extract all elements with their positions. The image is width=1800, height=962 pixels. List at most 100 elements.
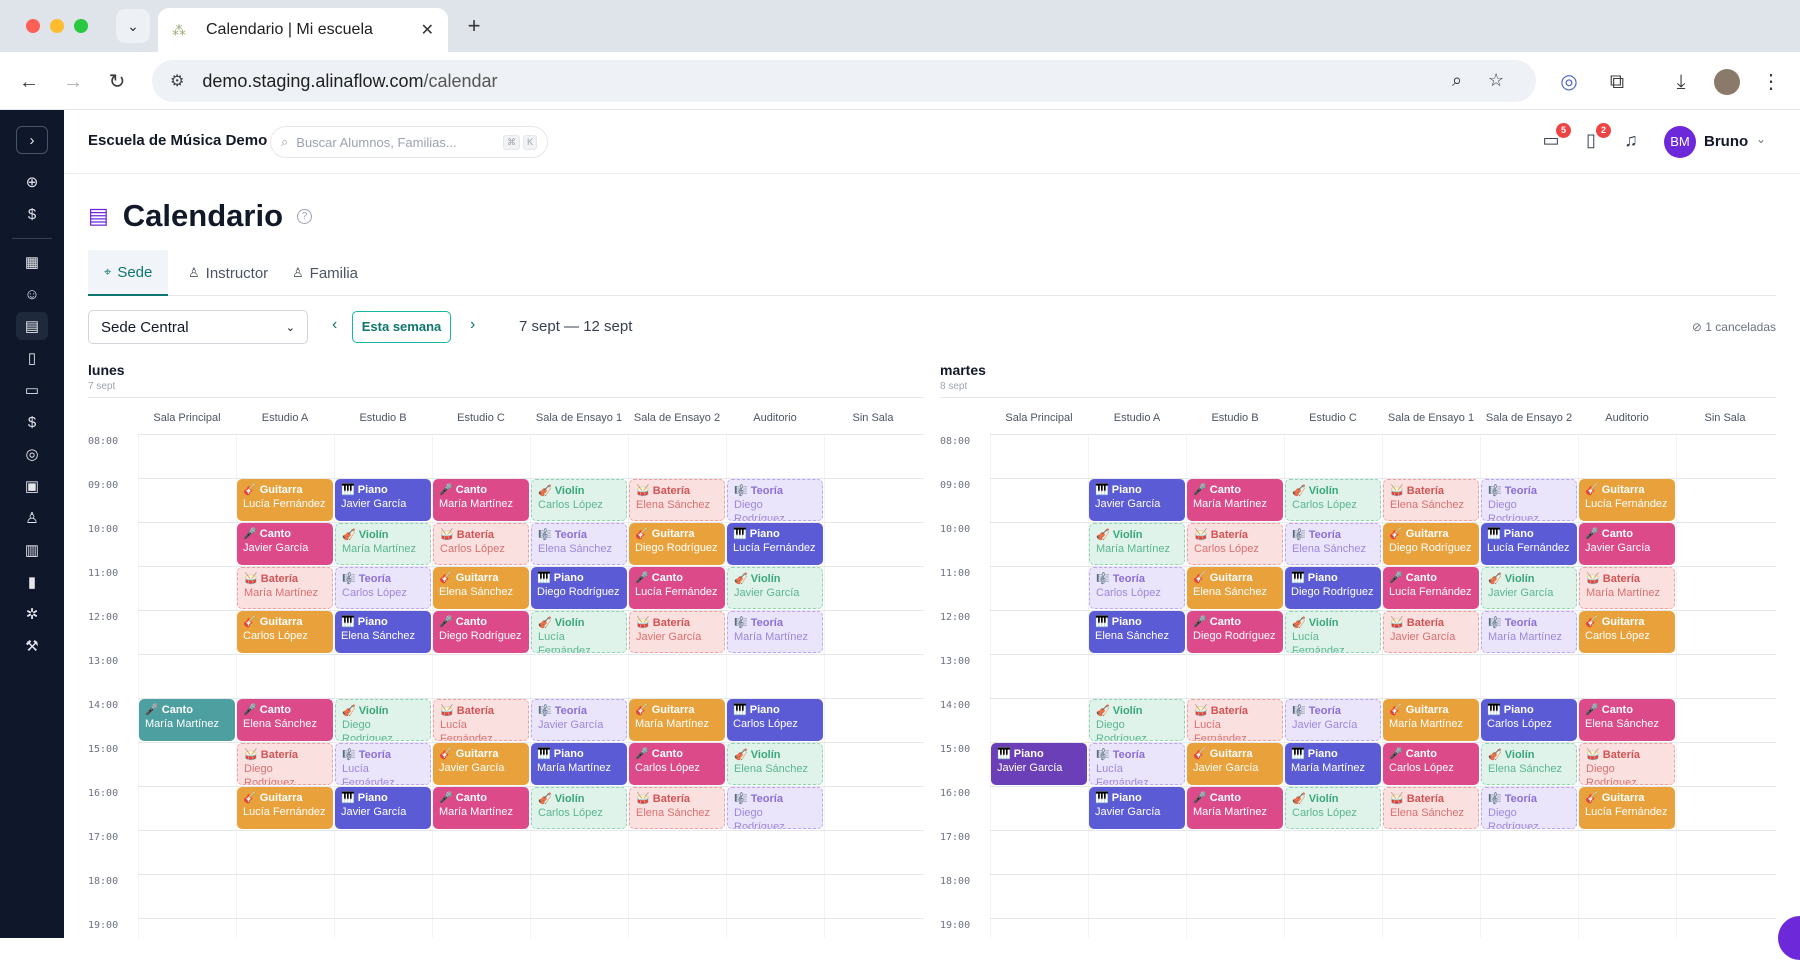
tools-icon[interactable]: ⚒ bbox=[16, 632, 48, 660]
class-event[interactable]: 🥁 Batería Lucía Fernández bbox=[433, 699, 529, 741]
class-event[interactable]: 🎹 Piano Javier García bbox=[1089, 787, 1185, 829]
reload-button[interactable]: ↻ bbox=[104, 69, 130, 95]
tasks-button[interactable]: ▯ 2 bbox=[1578, 123, 1611, 156]
class-event[interactable]: 🎻 Violín Lucía Fernández bbox=[531, 611, 627, 653]
class-event[interactable]: 🥁 Batería Diego Rodríguez bbox=[237, 743, 333, 785]
class-event[interactable]: 🎻 Violín Lucía Fernández bbox=[1285, 611, 1381, 653]
user-settings-icon[interactable]: ♙ bbox=[16, 504, 48, 532]
class-event[interactable]: 🎤 Canto Elena Sánchez bbox=[1579, 699, 1675, 741]
close-tab-button[interactable]: ✕ bbox=[421, 20, 434, 40]
settings-icon[interactable]: ✲ bbox=[16, 600, 48, 628]
calendar-icon[interactable]: ▤ bbox=[16, 312, 48, 340]
class-event[interactable]: 🥁 Batería Elena Sánchez bbox=[1383, 479, 1479, 521]
class-event[interactable]: 🎻 Violín Elena Sánchez bbox=[727, 743, 823, 785]
class-event[interactable]: 🎻 Violín Elena Sánchez bbox=[1481, 743, 1577, 785]
class-event[interactable]: 🎹 Piano Diego Rodríguez bbox=[1285, 567, 1381, 609]
minimize-window-button[interactable] bbox=[50, 19, 64, 33]
class-event[interactable]: 🎸 Guitarra Javier García bbox=[433, 743, 529, 785]
class-event[interactable]: 🎸 Guitarra Javier García bbox=[1187, 743, 1283, 785]
class-event[interactable]: 🎼 Teoría Carlos López bbox=[335, 567, 431, 609]
browser-tab[interactable]: ⁂ Calendario | Mi escuela ✕ bbox=[158, 8, 448, 52]
class-event[interactable]: 🎼 Teoría Lucía Fernández bbox=[1089, 743, 1185, 785]
cancelled-toggle[interactable]: ⊘ 1 canceladas bbox=[1692, 320, 1776, 334]
notifications-button[interactable]: ♫ bbox=[1618, 130, 1644, 156]
class-event[interactable]: 🎼 Teoría Diego Rodríguez bbox=[1481, 787, 1577, 829]
class-event[interactable]: 🎸 Guitarra Lucía Fernández bbox=[1579, 787, 1675, 829]
class-event[interactable]: 🎤 Canto María Martínez bbox=[139, 699, 235, 741]
location-select[interactable]: Sede Central ⌄ bbox=[88, 310, 308, 344]
class-event[interactable]: 🎤 Canto Carlos López bbox=[629, 743, 725, 785]
floating-action-button[interactable] bbox=[1778, 916, 1800, 960]
payments-icon[interactable]: $ bbox=[16, 200, 48, 228]
messages-button[interactable]: ▭ 5 bbox=[1538, 123, 1571, 156]
extensions-icon[interactable]: ⧉ bbox=[1604, 69, 1630, 95]
class-event[interactable]: 🎼 Teoría Lucía Fernández bbox=[335, 743, 431, 785]
back-button[interactable]: ← bbox=[16, 69, 42, 95]
class-event[interactable]: 🎼 Teoría María Martínez bbox=[1481, 611, 1577, 653]
class-event[interactable]: 🎹 Piano Javier García bbox=[991, 743, 1087, 785]
class-event[interactable]: 🥁 Batería Lucía Fernández bbox=[1187, 699, 1283, 741]
chevron-down-icon[interactable]: ⌄ bbox=[1756, 132, 1766, 146]
tab-sede[interactable]: ⌖ Sede bbox=[88, 250, 169, 296]
global-search-input[interactable]: ⌕ Buscar Alumnos, Familias... ⌘ K bbox=[270, 126, 548, 158]
forward-button[interactable]: → bbox=[60, 69, 86, 95]
class-event[interactable]: 🎸 Guitarra Diego Rodríguez bbox=[1383, 523, 1479, 565]
tab-familia[interactable]: ♙ Familia bbox=[276, 250, 374, 296]
class-event[interactable]: 🎼 Teoría Diego Rodríguez bbox=[727, 787, 823, 829]
tab-search-button[interactable]: ⌄ bbox=[116, 9, 150, 43]
class-event[interactable]: 🎻 Violín Carlos López bbox=[1285, 479, 1381, 521]
class-event[interactable]: 🎤 Canto Diego Rodríguez bbox=[433, 611, 529, 653]
ticket-icon[interactable]: ▣ bbox=[16, 472, 48, 500]
previous-week-button[interactable]: ‹ bbox=[332, 316, 337, 334]
class-event[interactable]: 🎹 Piano Javier García bbox=[335, 479, 431, 521]
class-event[interactable]: 🎸 Guitarra María Martínez bbox=[1383, 699, 1479, 741]
class-event[interactable]: 🎤 Canto Diego Rodríguez bbox=[1187, 611, 1283, 653]
class-event[interactable]: 🎹 Piano Carlos López bbox=[727, 699, 823, 741]
class-event[interactable]: 🎤 Canto Javier García bbox=[1579, 523, 1675, 565]
class-event[interactable]: 🎸 Guitarra Diego Rodríguez bbox=[629, 523, 725, 565]
target-icon[interactable]: ◎ bbox=[16, 440, 48, 468]
tab-instructor[interactable]: ♙ Instructor bbox=[172, 250, 284, 296]
class-event[interactable]: 🥁 Batería Elena Sánchez bbox=[629, 787, 725, 829]
class-event[interactable]: 🎼 Teoría Diego Rodríguez bbox=[1481, 479, 1577, 521]
class-event[interactable]: 🎹 Piano Javier García bbox=[335, 787, 431, 829]
class-event[interactable]: 🎸 Guitarra Carlos López bbox=[1579, 611, 1675, 653]
bookmark-star-icon[interactable]: ☆ bbox=[1488, 70, 1504, 91]
book-icon[interactable]: ▯ bbox=[16, 344, 48, 372]
class-event[interactable]: 🎹 Piano María Martínez bbox=[531, 743, 627, 785]
class-event[interactable]: 🎼 Teoría Carlos López bbox=[1089, 567, 1185, 609]
site-settings-icon[interactable]: ⚙ bbox=[170, 71, 184, 91]
class-event[interactable]: 🎼 Teoría Elena Sánchez bbox=[1285, 523, 1381, 565]
expand-sidebar-button[interactable]: › bbox=[16, 126, 48, 154]
class-event[interactable]: 🎤 Canto María Martínez bbox=[1187, 787, 1283, 829]
class-event[interactable]: 🎤 Canto Javier García bbox=[237, 523, 333, 565]
clipboard-icon[interactable]: ▭ bbox=[16, 376, 48, 404]
profile-avatar[interactable] bbox=[1714, 69, 1740, 95]
class-event[interactable]: 🎹 Piano Elena Sánchez bbox=[1089, 611, 1185, 653]
class-event[interactable]: 🥁 Batería Diego Rodríguez bbox=[1579, 743, 1675, 785]
class-event[interactable]: 🎼 Teoría Javier García bbox=[531, 699, 627, 741]
class-event[interactable]: 🥁 Batería Javier García bbox=[1383, 611, 1479, 653]
class-event[interactable]: 🥁 Batería María Martínez bbox=[237, 567, 333, 609]
class-event[interactable]: 🎹 Piano Elena Sánchez bbox=[335, 611, 431, 653]
user-avatar[interactable]: BM bbox=[1664, 126, 1696, 158]
class-event[interactable]: 🎼 Teoría María Martínez bbox=[727, 611, 823, 653]
class-event[interactable]: 🎸 Guitarra María Martínez bbox=[629, 699, 725, 741]
download-icon[interactable]: ⤓ bbox=[1668, 69, 1694, 95]
class-event[interactable]: 🎸 Guitarra Elena Sánchez bbox=[1187, 567, 1283, 609]
class-event[interactable]: 🎼 Teoría Elena Sánchez bbox=[531, 523, 627, 565]
class-event[interactable]: 🎤 Canto María Martínez bbox=[433, 479, 529, 521]
class-event[interactable]: 🎻 Violín Carlos López bbox=[531, 479, 627, 521]
class-event[interactable]: 🥁 Batería Javier García bbox=[629, 611, 725, 653]
new-tab-button[interactable]: + bbox=[460, 12, 488, 40]
class-event[interactable]: 🎻 Violín Javier García bbox=[727, 567, 823, 609]
class-event[interactable]: 🎸 Guitarra Lucía Fernández bbox=[237, 787, 333, 829]
address-bar[interactable]: ⚙ demo.staging.alinaflow.com/calendar ⌕ … bbox=[152, 60, 1536, 102]
this-week-button[interactable]: Esta semana bbox=[352, 311, 451, 343]
people-icon[interactable]: ☺ bbox=[16, 280, 48, 308]
class-event[interactable]: 🎤 Canto Elena Sánchez bbox=[237, 699, 333, 741]
add-student-icon[interactable]: ⊕ bbox=[16, 168, 48, 196]
class-event[interactable]: 🎸 Guitarra Lucía Fernández bbox=[1579, 479, 1675, 521]
class-event[interactable]: 🎹 Piano Lucía Fernández bbox=[1481, 523, 1577, 565]
class-event[interactable]: 🎻 Violín Javier García bbox=[1481, 567, 1577, 609]
